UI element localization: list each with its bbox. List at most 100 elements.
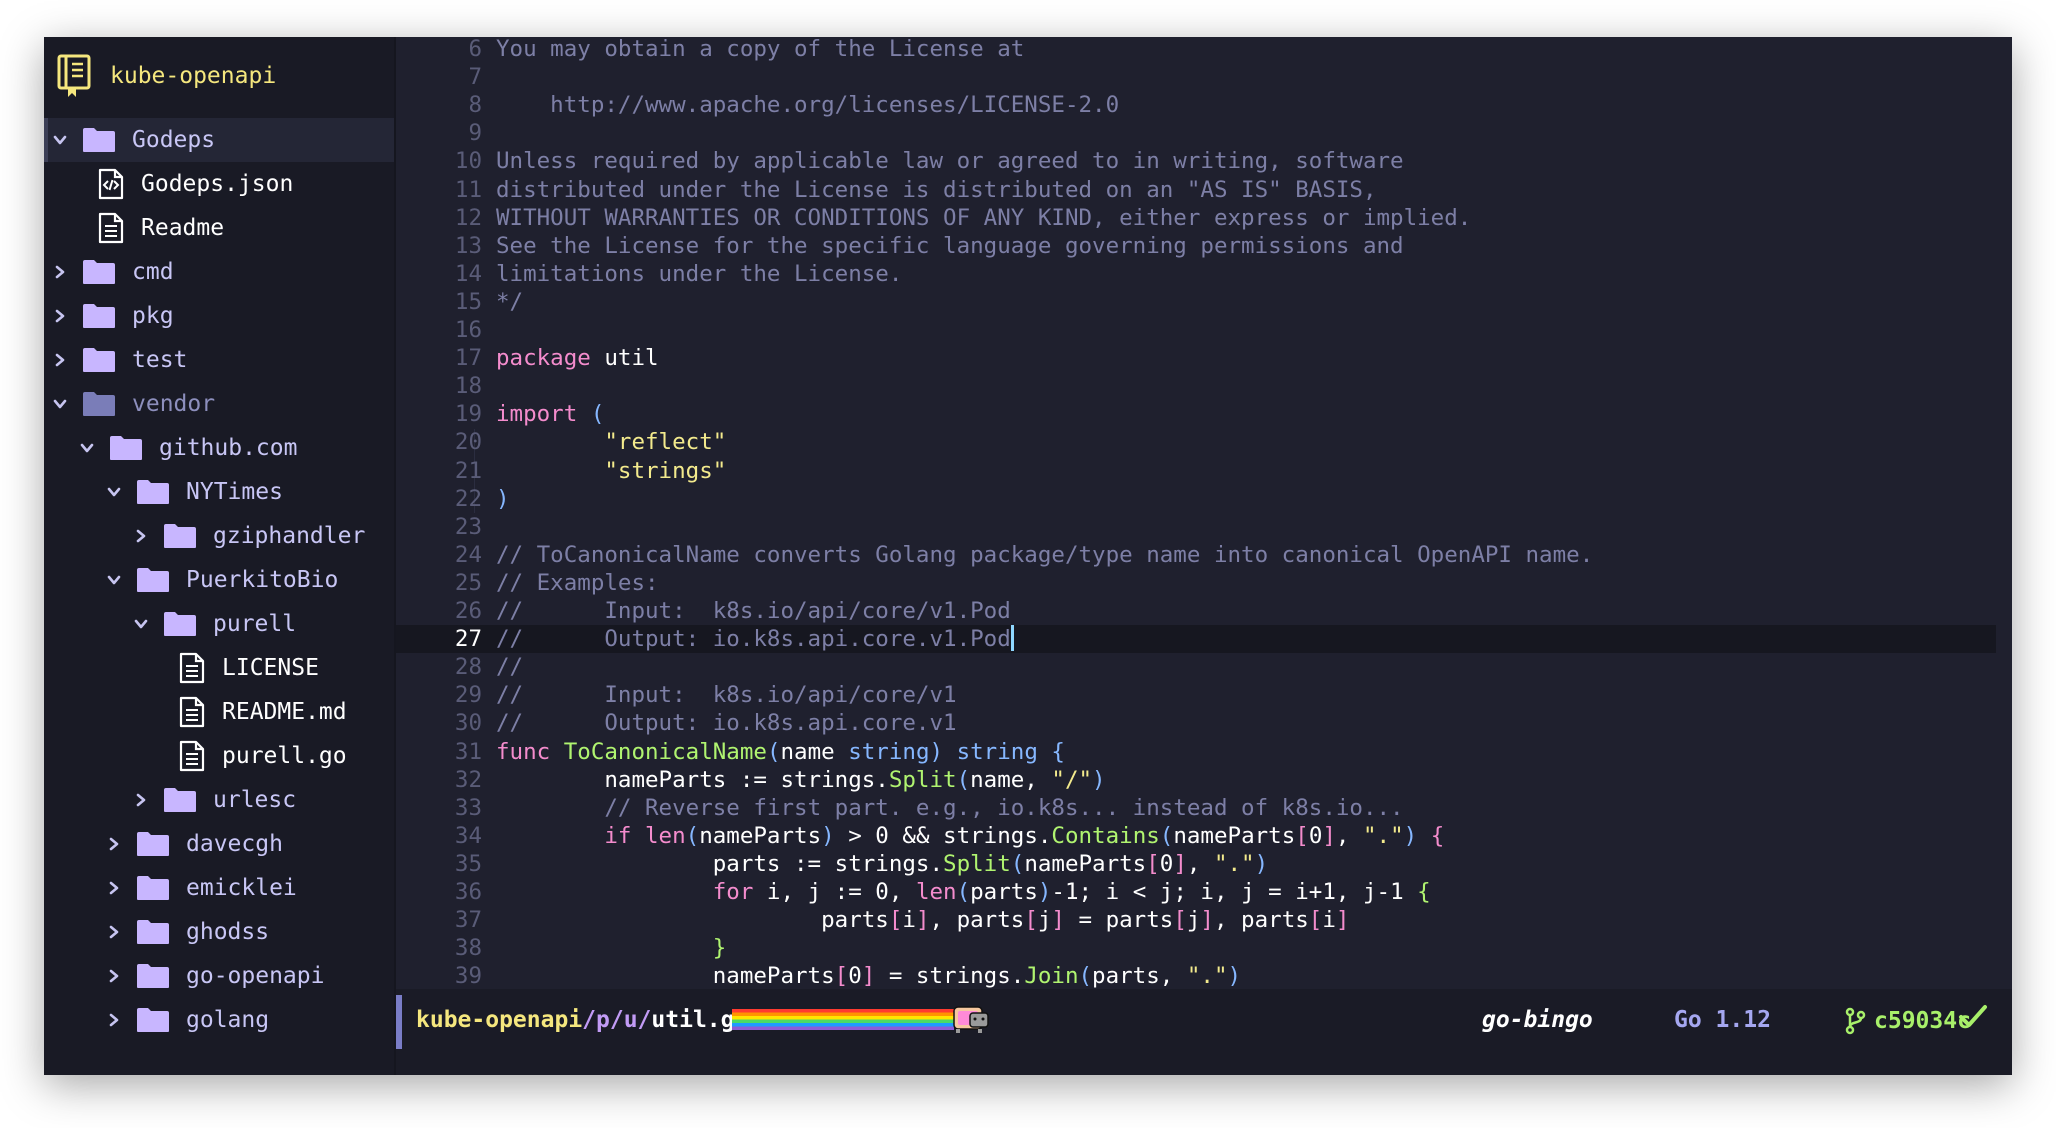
code-line[interactable]: 8 http://www.apache.org/licenses/LICENSE… — [396, 91, 1996, 119]
text-cursor — [1010, 625, 1014, 652]
code-line[interactable]: 19 import ( — [396, 400, 1996, 428]
tree-folder-vendor[interactable]: vendor — [44, 382, 394, 426]
chevron-right-icon[interactable] — [102, 1012, 126, 1028]
code-token: distributed under the License is distrib… — [496, 176, 1377, 203]
chevron-right-icon[interactable] — [48, 264, 72, 280]
code-line[interactable]: 39 nameParts[0] = strings.Join(parts, ".… — [396, 962, 1996, 989]
chevron-right-icon[interactable] — [48, 308, 72, 324]
code-line[interactable]: 11 distributed under the License is distr… — [396, 176, 1996, 204]
code-line[interactable]: 18 — [396, 372, 1996, 400]
chevron-right-icon[interactable] — [102, 836, 126, 852]
chevron-right-icon[interactable] — [102, 880, 126, 896]
file-path[interactable]: kube-openapi/p/u/util.go — [416, 1007, 748, 1033]
tree-folder-go-openapi[interactable]: go-openapi — [44, 954, 394, 998]
tree-folder-cmd[interactable]: cmd — [44, 250, 394, 294]
tree-folder-davecgh[interactable]: davecgh — [44, 822, 394, 866]
tree-item-label: Godeps — [132, 127, 216, 153]
code-line[interactable]: 28 // — [396, 653, 1996, 681]
tree-folder-ghodss[interactable]: ghodss — [44, 910, 394, 954]
code-line[interactable]: 35 parts := strings.Split(nameParts[0], … — [396, 850, 1996, 878]
code-text: ) — [496, 485, 510, 513]
line-number: 30 — [454, 710, 482, 737]
folder-icon — [164, 524, 196, 548]
chevron-down-icon[interactable] — [48, 396, 72, 412]
code-line[interactable]: 33 // Reverse first part. e.g., io.k8s..… — [396, 794, 1996, 822]
code-line[interactable]: 31 func ToCanonicalName(name string) stri… — [396, 738, 1996, 766]
language-version[interactable]: Go 1.12 — [1674, 1007, 1771, 1033]
code-line[interactable]: 17 package util — [396, 344, 1996, 372]
code-line[interactable]: 13 See the License for the specific langu… — [396, 232, 1996, 260]
code-line[interactable]: 14 limitations under the License. — [396, 260, 1996, 288]
code-line[interactable]: 12 WITHOUT WARRANTIES OR CONDITIONS OF AN… — [396, 204, 1996, 232]
code-token: parts := strings. — [496, 850, 944, 877]
code-line[interactable]: 26 // Input: k8s.io/api/core/v1.Pod — [396, 597, 1996, 625]
code-text: // Output: io.k8s.api.core.v1.Pod — [496, 625, 1014, 653]
code-line[interactable]: 29 // Input: k8s.io/api/core/v1 — [396, 681, 1996, 709]
code-line[interactable]: 10 Unless required by applicable law or a… — [396, 147, 1996, 175]
code-text: distributed under the License is distrib… — [496, 176, 1377, 204]
code-line[interactable]: 34 if len(nameParts) > 0 && strings.Cont… — [396, 822, 1996, 850]
code-editor[interactable]: 6 You may obtain a copy of the License at… — [396, 37, 2012, 989]
code-token: Unless required by applicable law or agr… — [496, 148, 1404, 175]
tree-file-purell-go[interactable]: purell.go — [44, 734, 394, 778]
code-line[interactable]: 30 // Output: io.k8s.api.core.v1 — [396, 709, 1996, 737]
code-text: // Output: io.k8s.api.core.v1 — [496, 709, 957, 737]
code-line[interactable]: 38 } — [396, 934, 1996, 962]
code-line[interactable]: 20 "reflect" — [396, 428, 1996, 456]
code-line[interactable]: 21 "strings" — [396, 457, 1996, 485]
tree-file-godeps-json[interactable]: Godeps.json — [44, 162, 394, 206]
code-line[interactable]: 37 parts[i], parts[j] = parts[j], parts[… — [396, 906, 1996, 934]
tree-folder-godeps[interactable]: Godeps — [44, 118, 394, 162]
tree-folder-gziphandler[interactable]: gziphandler — [44, 514, 394, 558]
tree-item-label: README.md — [222, 699, 347, 725]
code-line[interactable]: 15 */ — [396, 288, 1996, 316]
code-token: import — [496, 401, 578, 428]
tree-file-license[interactable]: LICENSE — [44, 646, 394, 690]
line-number: 39 — [454, 963, 482, 989]
code-token: [ — [1295, 822, 1309, 849]
code-line[interactable]: 22) — [396, 485, 1996, 513]
chevron-down-icon[interactable] — [102, 572, 126, 588]
code-line[interactable]: 6 You may obtain a copy of the License at — [396, 37, 1996, 63]
theme-name[interactable]: go-bingo — [1482, 1007, 1593, 1033]
tree-item-label: urlesc — [213, 787, 297, 813]
tree-folder-puerkitobio[interactable]: PuerkitoBio — [44, 558, 394, 602]
code-line[interactable]: 36 for i, j := 0, len(parts)-1; i < j; i… — [396, 878, 1996, 906]
line-number: 38 — [454, 935, 482, 962]
git-branch[interactable]: c59034c — [1844, 1007, 1971, 1035]
code-line[interactable]: 24 // ToCanonicalName converts Golang pac… — [396, 541, 1996, 569]
chevron-right-icon[interactable] — [48, 352, 72, 368]
tree-folder-nytimes[interactable]: NYTimes — [44, 470, 394, 514]
chevron-right-icon[interactable] — [102, 924, 126, 940]
code-line[interactable]: 23 — [396, 513, 1996, 541]
chevron-right-icon[interactable] — [129, 792, 153, 808]
tree-folder-emicklei[interactable]: emicklei — [44, 866, 394, 910]
chevron-down-icon[interactable] — [48, 132, 72, 148]
code-text: "strings" — [496, 457, 726, 485]
code-token: ( — [956, 766, 971, 793]
tree-file-readme[interactable]: Readme — [44, 206, 394, 250]
chevron-down-icon[interactable] — [129, 616, 153, 632]
chevron-right-icon[interactable] — [129, 528, 153, 544]
code-line[interactable]: 25 // Examples: — [396, 569, 1996, 597]
code-token: WITHOUT WARRANTIES OR CONDITIONS OF ANY … — [496, 204, 1472, 231]
code-line[interactable]: 7 — [396, 63, 1996, 91]
code-token: // Reverse first part. e.g., io.k8s... i… — [604, 794, 1404, 821]
code-line[interactable]: 32 nameParts := strings.Split(name, "/") — [396, 766, 1996, 794]
chevron-down-icon[interactable] — [75, 440, 99, 456]
code-line[interactable]: 16 — [396, 316, 1996, 344]
tree-file-readme-md[interactable]: README.md — [44, 690, 394, 734]
chevron-right-icon[interactable] — [102, 968, 126, 984]
tree-folder-github-com[interactable]: github.com — [44, 426, 394, 470]
code-token: Split — [888, 766, 957, 793]
chevron-down-icon[interactable] — [102, 484, 126, 500]
project-header[interactable]: kube-openapi — [56, 51, 276, 101]
tree-folder-pkg[interactable]: pkg — [44, 294, 394, 338]
tree-folder-urlesc[interactable]: urlesc — [44, 778, 394, 822]
tree-folder-test[interactable]: test — [44, 338, 394, 382]
tree-folder-purell[interactable]: purell — [44, 602, 394, 646]
code-line[interactable]: 9 — [396, 119, 1996, 147]
tree-folder-golang[interactable]: golang — [44, 998, 394, 1042]
code-line[interactable]: 27 // Output: io.k8s.api.core.v1.Pod — [396, 625, 1996, 654]
